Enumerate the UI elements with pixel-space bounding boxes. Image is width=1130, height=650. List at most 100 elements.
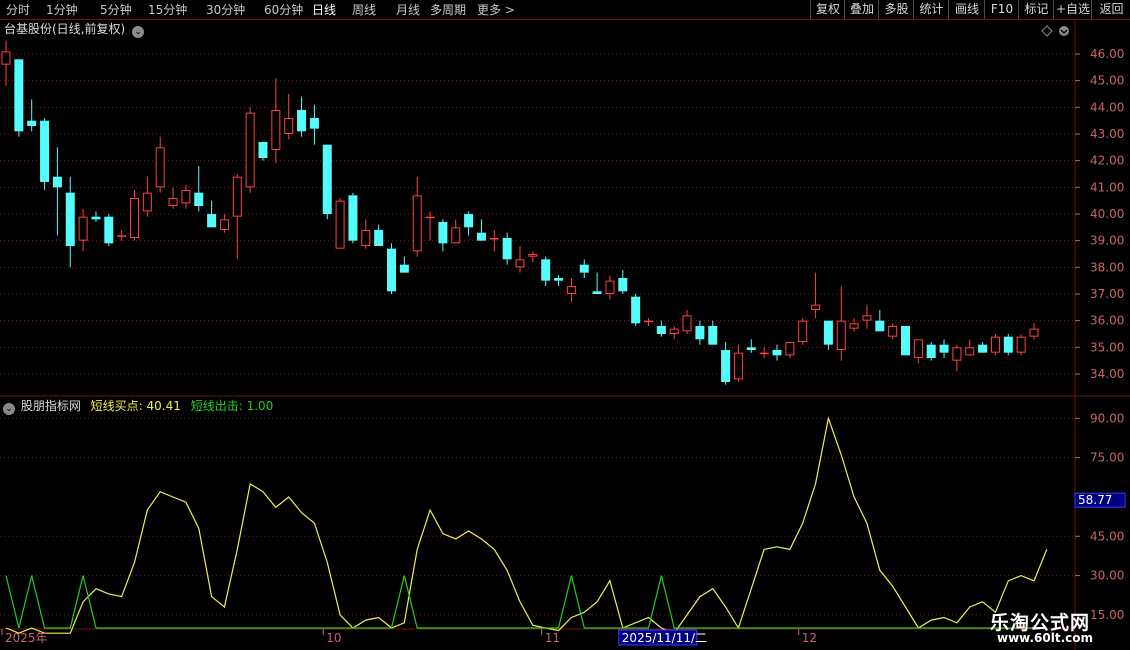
candles	[1, 40, 1039, 385]
candle	[644, 318, 653, 326]
price-tick-label: 35.00	[1090, 340, 1124, 354]
candle-body	[181, 190, 191, 204]
price-tick-label: 44.00	[1090, 100, 1124, 114]
candle	[78, 208, 88, 252]
candle-body	[759, 352, 769, 355]
candle	[515, 246, 525, 273]
candle-body	[117, 235, 127, 237]
candle	[399, 256, 409, 273]
stock-chart[interactable]: 34.00 35.00 36.00 37.00 38.00 39.00 40.00 41.00…	[0, 0, 1130, 650]
candle	[811, 272, 821, 318]
candle	[579, 259, 589, 278]
indicator-tick-label: 90.00	[1090, 411, 1124, 425]
candle	[425, 211, 435, 241]
candle-body	[245, 112, 255, 188]
candle-body	[1003, 336, 1013, 353]
candle	[656, 320, 666, 337]
candle-body	[823, 320, 833, 345]
candle-body	[669, 328, 679, 334]
candle	[374, 224, 384, 246]
candle-body	[489, 238, 499, 240]
candle	[913, 339, 923, 364]
price-tick-label: 36.00	[1090, 314, 1124, 328]
candle-body	[52, 176, 62, 188]
candle	[387, 243, 396, 294]
candle	[823, 320, 833, 350]
chevron-down-icon[interactable]: ⌄	[132, 26, 145, 38]
candle-body	[965, 347, 975, 356]
candle-body	[554, 278, 564, 281]
candle	[489, 230, 499, 252]
candle	[207, 200, 217, 228]
line1-legend: 短线买点: 40.41	[90, 399, 181, 413]
candle	[708, 320, 718, 345]
candle	[849, 318, 859, 332]
date-tick-label: 10	[326, 631, 341, 645]
candle	[888, 323, 898, 340]
chart-frame	[0, 20, 1130, 650]
candle	[476, 219, 486, 241]
candle	[978, 342, 988, 353]
candle	[682, 310, 692, 334]
candle	[721, 342, 731, 385]
candle-body	[399, 264, 409, 273]
candle	[862, 304, 872, 329]
indicator-tick-label: 45.00	[1090, 529, 1124, 543]
candle	[785, 342, 795, 358]
chevron-down-icon[interactable]	[1059, 26, 1069, 36]
grid-lines	[0, 53, 1075, 616]
candle	[232, 174, 242, 260]
candle	[759, 347, 769, 358]
candle-body	[348, 195, 358, 241]
candle	[309, 104, 319, 145]
candle-body	[258, 142, 268, 158]
candle-body	[464, 214, 474, 228]
candle-body	[65, 192, 75, 246]
candle	[1, 40, 11, 86]
candle-body	[901, 326, 910, 356]
candle-body	[78, 216, 88, 241]
chevron-down-icon[interactable]: ⌄	[3, 403, 15, 415]
candle-body	[297, 110, 307, 132]
candle	[438, 219, 448, 252]
candle-body	[746, 347, 756, 350]
candle-body	[541, 259, 551, 281]
candle-body	[913, 339, 923, 359]
price-tick-label: 34.00	[1090, 367, 1124, 381]
candle-body	[476, 232, 486, 241]
candle	[104, 214, 114, 246]
candle	[939, 339, 949, 358]
candle-body	[130, 198, 139, 238]
candle	[952, 344, 962, 372]
candle-body	[515, 259, 525, 268]
candle	[695, 320, 705, 345]
candle	[258, 142, 268, 161]
candle-body	[284, 118, 294, 134]
candle	[142, 176, 152, 217]
candle-body	[631, 296, 641, 324]
candle-body	[387, 248, 396, 292]
indicator-lines	[5, 416, 1048, 634]
candle-body	[27, 120, 37, 126]
candle-body	[412, 195, 422, 252]
candle	[219, 214, 229, 233]
candle	[348, 192, 358, 244]
candle	[271, 78, 281, 164]
candle-body	[875, 320, 885, 332]
candle-body	[207, 214, 217, 228]
candle-body	[849, 323, 859, 329]
candle-body	[1016, 336, 1026, 353]
candle-body	[592, 291, 602, 294]
price-axis: 34.00 35.00 36.00 37.00 38.00 39.00 40.00 41.00…	[1075, 47, 1124, 381]
price-tick-label: 42.00	[1090, 154, 1124, 168]
indicator-tick-label: 75.00	[1090, 451, 1124, 465]
candle-body	[926, 344, 936, 358]
date-tick-label: 2025/11/11/二	[622, 631, 707, 645]
candle	[1016, 334, 1026, 356]
diamond-icon[interactable]	[1041, 25, 1053, 37]
price-tick-label: 39.00	[1090, 234, 1124, 248]
candle-body	[1, 51, 11, 65]
candle	[27, 99, 37, 132]
candle	[117, 230, 127, 241]
candle	[631, 294, 641, 326]
